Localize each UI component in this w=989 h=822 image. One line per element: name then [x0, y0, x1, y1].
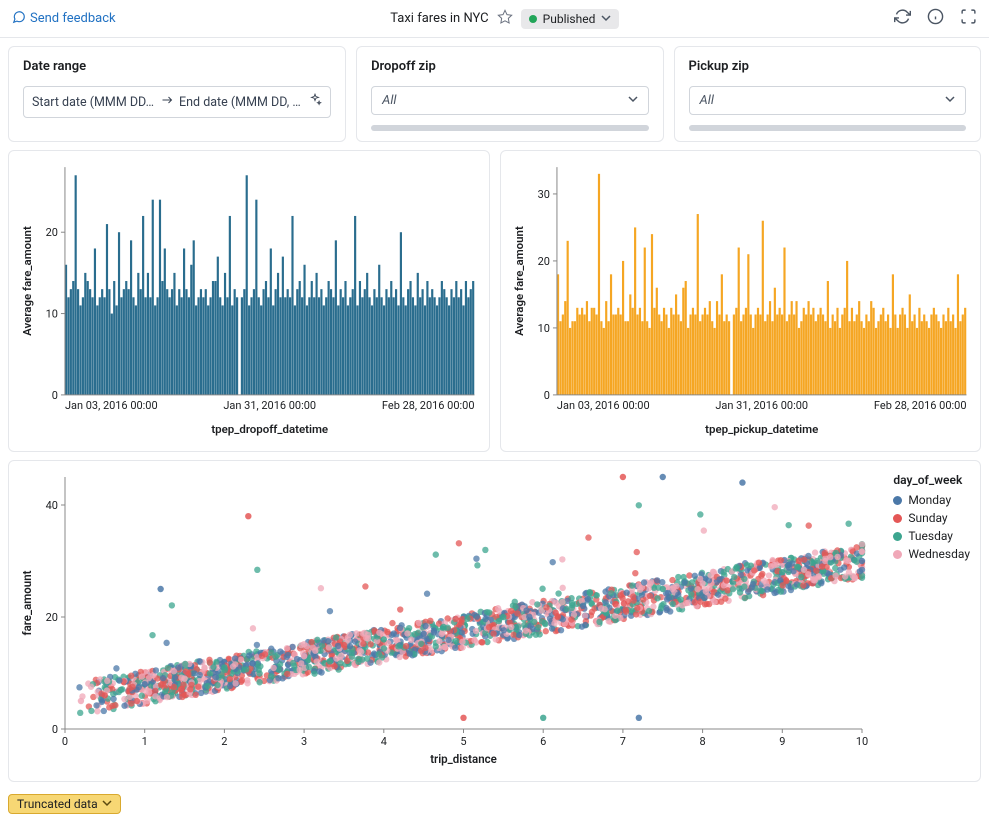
svg-text:tpep_pickup_datetime: tpep_pickup_datetime — [705, 422, 818, 436]
svg-text:6: 6 — [540, 735, 546, 748]
status-label: Published — [543, 12, 596, 26]
svg-text:20: 20 — [46, 226, 58, 239]
svg-text:5: 5 — [460, 735, 466, 748]
svg-text:Jan 03, 2016 00:00: Jan 03, 2016 00:00 — [65, 399, 158, 412]
svg-text:40: 40 — [46, 499, 58, 512]
header-bar: Send feedback Taxi fares in NYC Publishe… — [0, 0, 989, 38]
svg-text:tpep_dropoff_datetime: tpep_dropoff_datetime — [211, 422, 328, 436]
pickup-zip-select[interactable]: All — [689, 86, 966, 115]
truncated-label: Truncated data — [17, 797, 98, 811]
filter-dropoff-zip: Dropoff zip All — [356, 46, 663, 142]
pickup-zip-value: All — [700, 93, 714, 108]
svg-text:Feb 28, 2016 00:00: Feb 28, 2016 00:00 — [382, 399, 475, 412]
svg-text:0: 0 — [52, 723, 58, 736]
filter-date-range: Date range Start date (MMM DD,… End date… — [8, 46, 346, 142]
svg-text:7: 7 — [620, 735, 626, 748]
legend-item[interactable]: Sunday — [893, 511, 970, 525]
legend-dot-icon — [893, 496, 902, 505]
svg-text:0: 0 — [62, 735, 68, 748]
svg-text:Feb 28, 2016 00:00: Feb 28, 2016 00:00 — [873, 399, 966, 412]
bar-chart-dropoff: 0 10 20 Jan 03, 2016 00:00 Jan 31, 2016 00:0… — [17, 159, 481, 439]
svg-text:10: 10 — [856, 735, 868, 748]
chevron-down-icon — [102, 797, 112, 811]
header-actions — [894, 8, 977, 29]
scrollbar-track[interactable] — [689, 125, 966, 131]
info-icon[interactable] — [927, 8, 944, 29]
page-title: Taxi fares in NYC — [390, 11, 488, 26]
svg-text:20: 20 — [537, 255, 549, 268]
svg-text:20: 20 — [46, 611, 58, 624]
legend-label: Wednesday — [908, 547, 970, 561]
truncated-data-badge[interactable]: Truncated data — [8, 794, 121, 814]
legend-item[interactable]: Monday — [893, 493, 970, 507]
scrollbar-track[interactable] — [371, 125, 648, 131]
legend-title: day_of_week — [893, 473, 970, 487]
star-icon[interactable] — [497, 9, 513, 29]
send-feedback-link[interactable]: Send feedback — [12, 10, 116, 28]
svg-text:Average fare_amount: Average fare_amount — [511, 226, 525, 336]
svg-text:10: 10 — [537, 322, 549, 335]
start-date-placeholder: Start date (MMM DD,… — [32, 95, 155, 110]
legend-label: Monday — [908, 493, 951, 507]
svg-text:0: 0 — [52, 389, 58, 402]
filters-row: Date range Start date (MMM DD,… End date… — [0, 38, 989, 150]
filter-label-date: Date range — [23, 59, 331, 74]
date-range-input[interactable]: Start date (MMM DD,… End date (MMM DD, … — [23, 86, 331, 118]
svg-text:trip_distance: trip_distance — [430, 752, 497, 766]
fullscreen-icon[interactable] — [960, 8, 977, 29]
svg-text:4: 4 — [381, 735, 387, 748]
svg-text:0: 0 — [543, 389, 549, 402]
chart-dropoff: 0 10 20 Jan 03, 2016 00:00 Jan 31, 2016 00:0… — [8, 150, 490, 452]
legend: day_of_week Monday Sunday Tuesday Wednesday — [893, 473, 970, 565]
filter-label-pickup: Pickup zip — [689, 59, 966, 74]
legend-dot-icon — [893, 514, 902, 523]
legend-dot-icon — [893, 532, 902, 541]
header-center: Taxi fares in NYC Published — [116, 9, 894, 29]
svg-text:30: 30 — [537, 188, 549, 201]
filter-label-dropoff: Dropoff zip — [371, 59, 648, 74]
feedback-icon — [12, 10, 26, 28]
arrow-right-icon — [161, 94, 173, 110]
status-dropdown[interactable]: Published — [521, 9, 620, 29]
sparkle-icon[interactable] — [308, 93, 322, 111]
refresh-icon[interactable] — [894, 8, 911, 29]
svg-text:Average fare_amount: Average fare_amount — [20, 226, 34, 336]
bar-chart-pickup: 0 10 20 30 Jan 03, 2016 00:00 Jan 31, 2016 00… — [509, 159, 973, 439]
svg-text:fare_amount: fare_amount — [20, 570, 34, 635]
svg-text:10: 10 — [46, 308, 58, 321]
chevron-down-icon — [628, 93, 638, 108]
dropoff-zip-select[interactable]: All — [371, 86, 648, 115]
scatter-plot: 0 20 40 0 1 2 3 4 5 6 7 8 9 10 trip_distance fare_amoun… — [17, 469, 972, 769]
svg-text:9: 9 — [779, 735, 785, 748]
chevron-down-icon — [601, 12, 611, 26]
legend-dot-icon — [893, 550, 902, 559]
svg-text:Jan 31, 2016 00:00: Jan 31, 2016 00:00 — [223, 399, 316, 412]
status-dot-icon — [529, 15, 537, 23]
svg-text:2: 2 — [221, 735, 227, 748]
svg-text:8: 8 — [700, 735, 706, 748]
filter-pickup-zip: Pickup zip All — [674, 46, 981, 142]
legend-item[interactable]: Tuesday — [893, 529, 970, 543]
end-date-placeholder: End date (MMM DD, … — [179, 95, 302, 110]
chart-pickup: 0 10 20 30 Jan 03, 2016 00:00 Jan 31, 2016 00… — [500, 150, 982, 452]
svg-text:1: 1 — [142, 735, 148, 748]
feedback-label: Send feedback — [30, 11, 116, 26]
chart-scatter: 0 20 40 0 1 2 3 4 5 6 7 8 9 10 trip_distance fare_amoun… — [8, 460, 981, 782]
svg-text:3: 3 — [301, 735, 307, 748]
legend-label: Tuesday — [908, 529, 953, 543]
dropoff-zip-value: All — [382, 93, 396, 108]
legend-item[interactable]: Wednesday — [893, 547, 970, 561]
legend-label: Sunday — [908, 511, 947, 525]
chevron-down-icon — [945, 93, 955, 108]
svg-text:Jan 03, 2016 00:00: Jan 03, 2016 00:00 — [556, 399, 649, 412]
charts-row: 0 10 20 Jan 03, 2016 00:00 Jan 31, 2016 00:0… — [0, 150, 989, 460]
svg-text:Jan 31, 2016 00:00: Jan 31, 2016 00:00 — [715, 399, 808, 412]
